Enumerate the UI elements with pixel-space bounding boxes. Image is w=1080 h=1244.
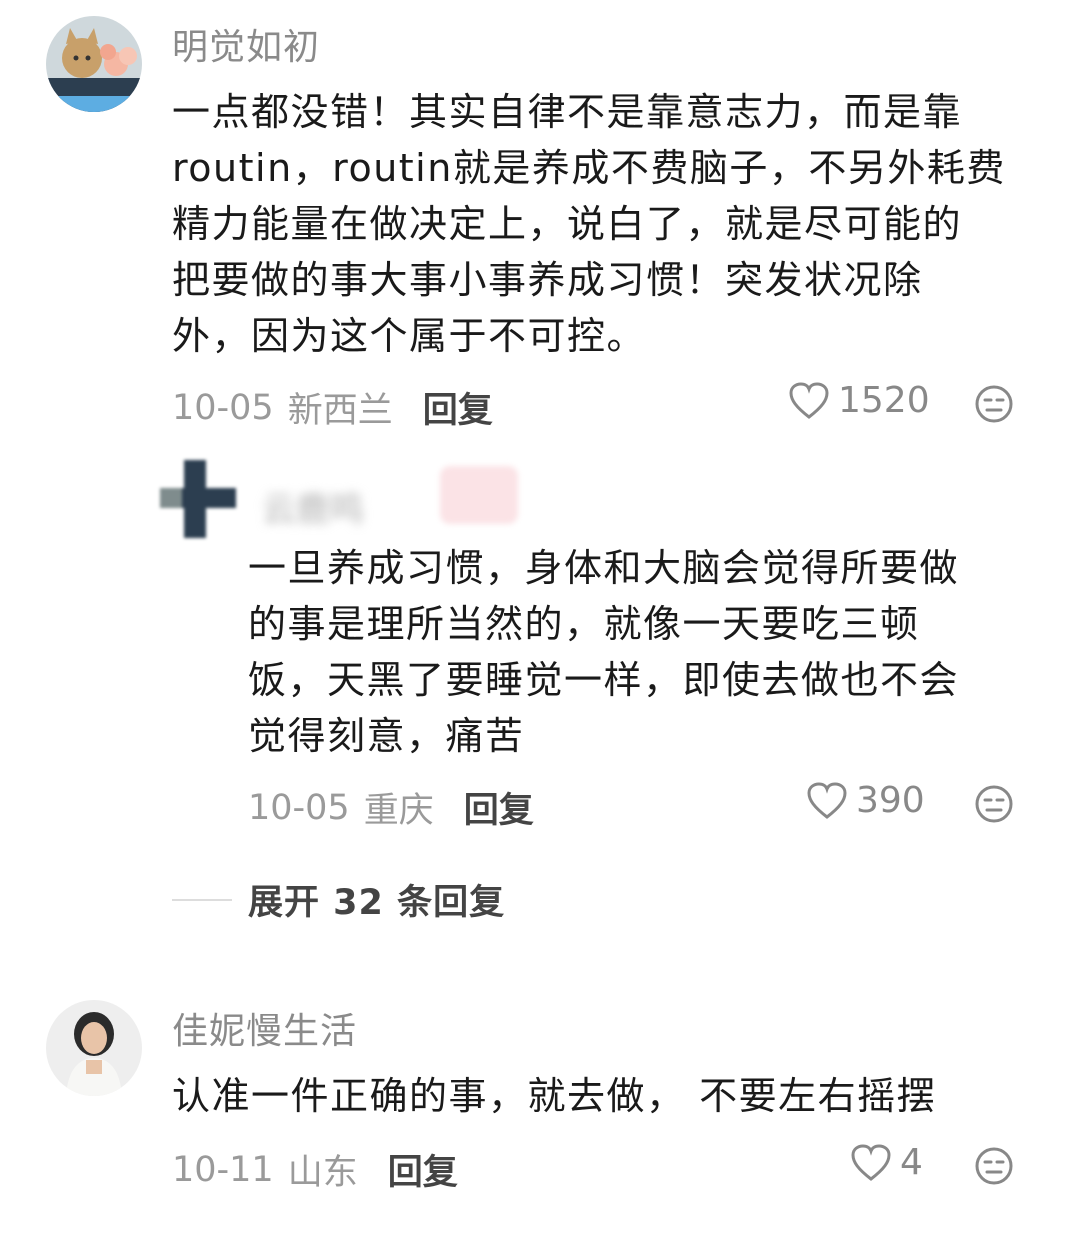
comment-text-line: 把要做的事大事小事养成习惯！突发状况除 — [172, 258, 923, 302]
reply-text-line: 一旦养成习惯，身体和大脑会觉得所要做 — [248, 546, 960, 590]
expand-divider — [172, 898, 232, 901]
reply-button[interactable]: 回复 — [388, 1144, 458, 1195]
expand-replies-button[interactable]: 展开 32 条回复 — [172, 874, 505, 925]
heart-icon — [851, 1143, 891, 1181]
emoji-react-button[interactable] — [974, 784, 1014, 828]
reply-text-line: 觉得刻意，痛苦 — [248, 714, 525, 758]
neutral-face-icon — [975, 785, 1013, 823]
like-button[interactable]: 1520 — [788, 380, 930, 421]
reply-username[interactable]: 云鹿鸣 — [262, 482, 364, 531]
author-badge — [440, 466, 518, 524]
emoji-react-button[interactable] — [974, 1146, 1014, 1190]
neutral-face-icon — [975, 1147, 1013, 1185]
reply-button[interactable]: 回复 — [464, 782, 534, 833]
comment-text-line: 一点都没错！其实自律不是靠意志力，而是靠 — [172, 90, 963, 134]
reply-text-line: 的事是理所当然的，就像一天要吃三顿 — [248, 602, 920, 646]
heart-icon — [807, 781, 847, 819]
comment-meta: 10-11 山东 回复 — [172, 1144, 458, 1195]
like-count: 390 — [856, 780, 925, 821]
commenter-avatar[interactable] — [46, 16, 142, 112]
reply-date: 10-05 — [248, 787, 350, 828]
comment-date: 10-05 — [172, 387, 274, 428]
reply-avatar-blurred[interactable] — [160, 460, 236, 538]
reply-location: 重庆 — [363, 791, 434, 831]
comment-text-line: 精力能量在做决定上，说白了，就是尽可能的 — [172, 202, 963, 246]
like-button[interactable]: 390 — [806, 780, 925, 821]
like-count: 4 — [900, 1142, 923, 1183]
blurred-avatar-icon — [160, 460, 236, 538]
commenter-avatar[interactable] — [46, 1000, 142, 1096]
comment-meta: 10-05 新西兰 回复 — [172, 382, 493, 433]
comment-location: 山东 — [287, 1153, 358, 1193]
comment-text-line: 外，因为这个属于不可控。 — [172, 314, 647, 358]
comment-location: 新西兰 — [287, 391, 393, 431]
reply-text: 一旦养成习惯，身体和大脑会觉得所要做 的事是理所当然的，就像一天要吃三顿 饭，天… — [248, 540, 959, 764]
like-button[interactable]: 4 — [850, 1142, 923, 1183]
reply-text-line: 饭，天黑了要睡觉一样，即使去做也不会 — [248, 658, 960, 702]
cat-avatar-icon — [46, 16, 142, 112]
woman-avatar-icon — [46, 1000, 142, 1096]
neutral-face-icon — [975, 385, 1013, 423]
like-count: 1520 — [838, 380, 930, 421]
reply-button[interactable]: 回复 — [423, 382, 493, 433]
comment-date: 10-11 — [172, 1149, 274, 1190]
heart-icon — [789, 381, 829, 419]
reply-meta: 10-05 重庆 回复 — [248, 782, 534, 833]
commenter-name[interactable]: 明觉如初 — [172, 18, 320, 70]
commenter-name[interactable]: 佳妮慢生活 — [172, 1002, 357, 1054]
comment-text: 一点都没错！其实自律不是靠意志力，而是靠 routin，routin就是养成不费… — [172, 84, 1006, 364]
emoji-react-button[interactable] — [974, 384, 1014, 428]
comment-text-line: routin，routin就是养成不费脑子，不另外耗费 — [172, 146, 1006, 190]
comment-text: 认准一件正确的事，就去做， 不要左右摇摆 — [172, 1068, 936, 1124]
comment-text-line: 认准一件正确的事，就去做， 不要左右摇摆 — [172, 1074, 937, 1118]
expand-replies-label: 展开 32 条回复 — [248, 883, 506, 923]
